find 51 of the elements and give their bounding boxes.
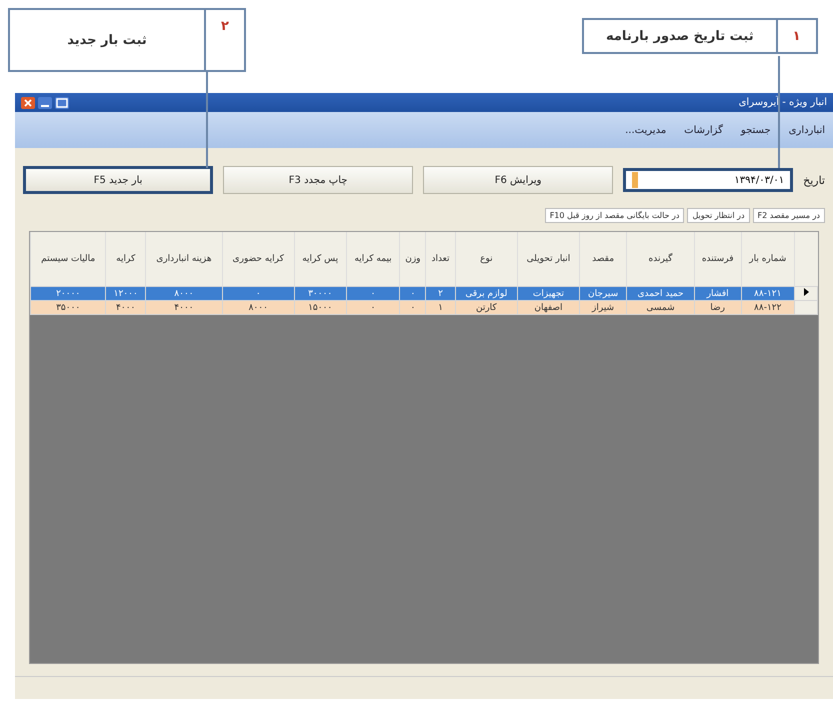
table-cell: تجهیزات	[518, 286, 580, 300]
table-cell: ۲۰۰۰۰	[30, 286, 106, 300]
table-cell: رضا	[694, 300, 742, 314]
table-cell: ۰	[346, 300, 400, 314]
table-cell: ۱	[426, 300, 456, 314]
maximize-icon[interactable]	[55, 96, 69, 108]
minimize-icon[interactable]	[38, 96, 52, 108]
edit-button[interactable]: ویرایش F6	[423, 166, 614, 194]
table-cell: ۴۰۰۰	[106, 300, 146, 314]
table-row[interactable]: ۸۸-۱۲۲ رضا شمسی شیراز اصفهان کارتن ۱ ۰ ۰ ۱۵۰۰۰ ۸۰۰۰ ۴۰۰۰ ۴۰۰۰ ۳۵۰۰۰	[30, 300, 818, 314]
table-cell: ۸۰۰۰	[146, 286, 222, 300]
table-cell: ۲	[426, 286, 456, 300]
table-cell: ۰	[346, 286, 400, 300]
table-cell: ۸۸-۱۲۱	[741, 286, 794, 300]
table-cell: کارتن	[455, 300, 518, 314]
table-cell: ۸۸-۱۲۲	[741, 300, 794, 314]
table-cell: اصفهان	[518, 300, 580, 314]
callout-number: ۱	[776, 20, 816, 52]
menu-item[interactable]: جستجو	[740, 124, 771, 136]
table-cell: شیراز	[579, 300, 627, 314]
table-cell: ۴۰۰۰	[146, 300, 222, 314]
new-load-button[interactable]: بار جدید F5	[23, 166, 214, 194]
table-cell: ۱۲۰۰۰	[106, 286, 146, 300]
table-cell: افشار	[694, 286, 742, 300]
menu-item[interactable]: مدیریت...	[625, 124, 666, 136]
row-pointer-icon	[804, 288, 808, 296]
legend-item: در مسیر مقصد F2	[752, 208, 825, 223]
window-title: انبار ویژه - آیروسرای	[738, 97, 827, 108]
callout-label: ثبت تاریخ صدور بارنامه	[605, 28, 755, 46]
table-row[interactable]: ۸۸-۱۲۱ افشار حمید احمدی سیرجان تجهیزات لوازم برقی ۲ ۰ ۰ ۳۰۰۰۰ ۰ ۸۰۰۰ ۱۲۰۰۰ ۲۰۰۰۰	[30, 286, 818, 300]
legend-item: در انتظار تحویل	[687, 208, 750, 223]
table-cell: ۰	[400, 300, 426, 314]
callout-label: ثبت بار جدید	[10, 10, 206, 70]
table-cell: ۳۵۰۰۰	[30, 300, 106, 314]
table-cell: ۱۵۰۰۰	[294, 300, 346, 314]
table-cell: ۸۰۰۰	[222, 300, 294, 314]
menu-item[interactable]: گزارشات	[684, 124, 723, 136]
table-cell: ۰	[222, 286, 294, 300]
date-label: تاریخ	[803, 174, 825, 186]
table-cell: ۰	[400, 286, 426, 300]
table-cell: لوازم برقی	[455, 286, 518, 300]
close-icon[interactable]	[21, 96, 35, 108]
table-cell: ۳۰۰۰۰	[294, 286, 346, 300]
callout-number: ۲	[220, 18, 230, 36]
reprint-button[interactable]: چاپ مجدد F3	[223, 166, 414, 194]
menu-item[interactable]: انبارداری	[788, 124, 825, 136]
table-cell: شمسی	[626, 300, 694, 314]
date-field[interactable]: ۱۳۹۴/۰۳/۰۱	[623, 168, 794, 192]
table-cell: سیرجان	[579, 286, 627, 300]
legend-item: در حالت بایگانی مقصد از روز قبل F10	[544, 208, 684, 223]
table-cell: حمید احمدی	[626, 286, 694, 300]
